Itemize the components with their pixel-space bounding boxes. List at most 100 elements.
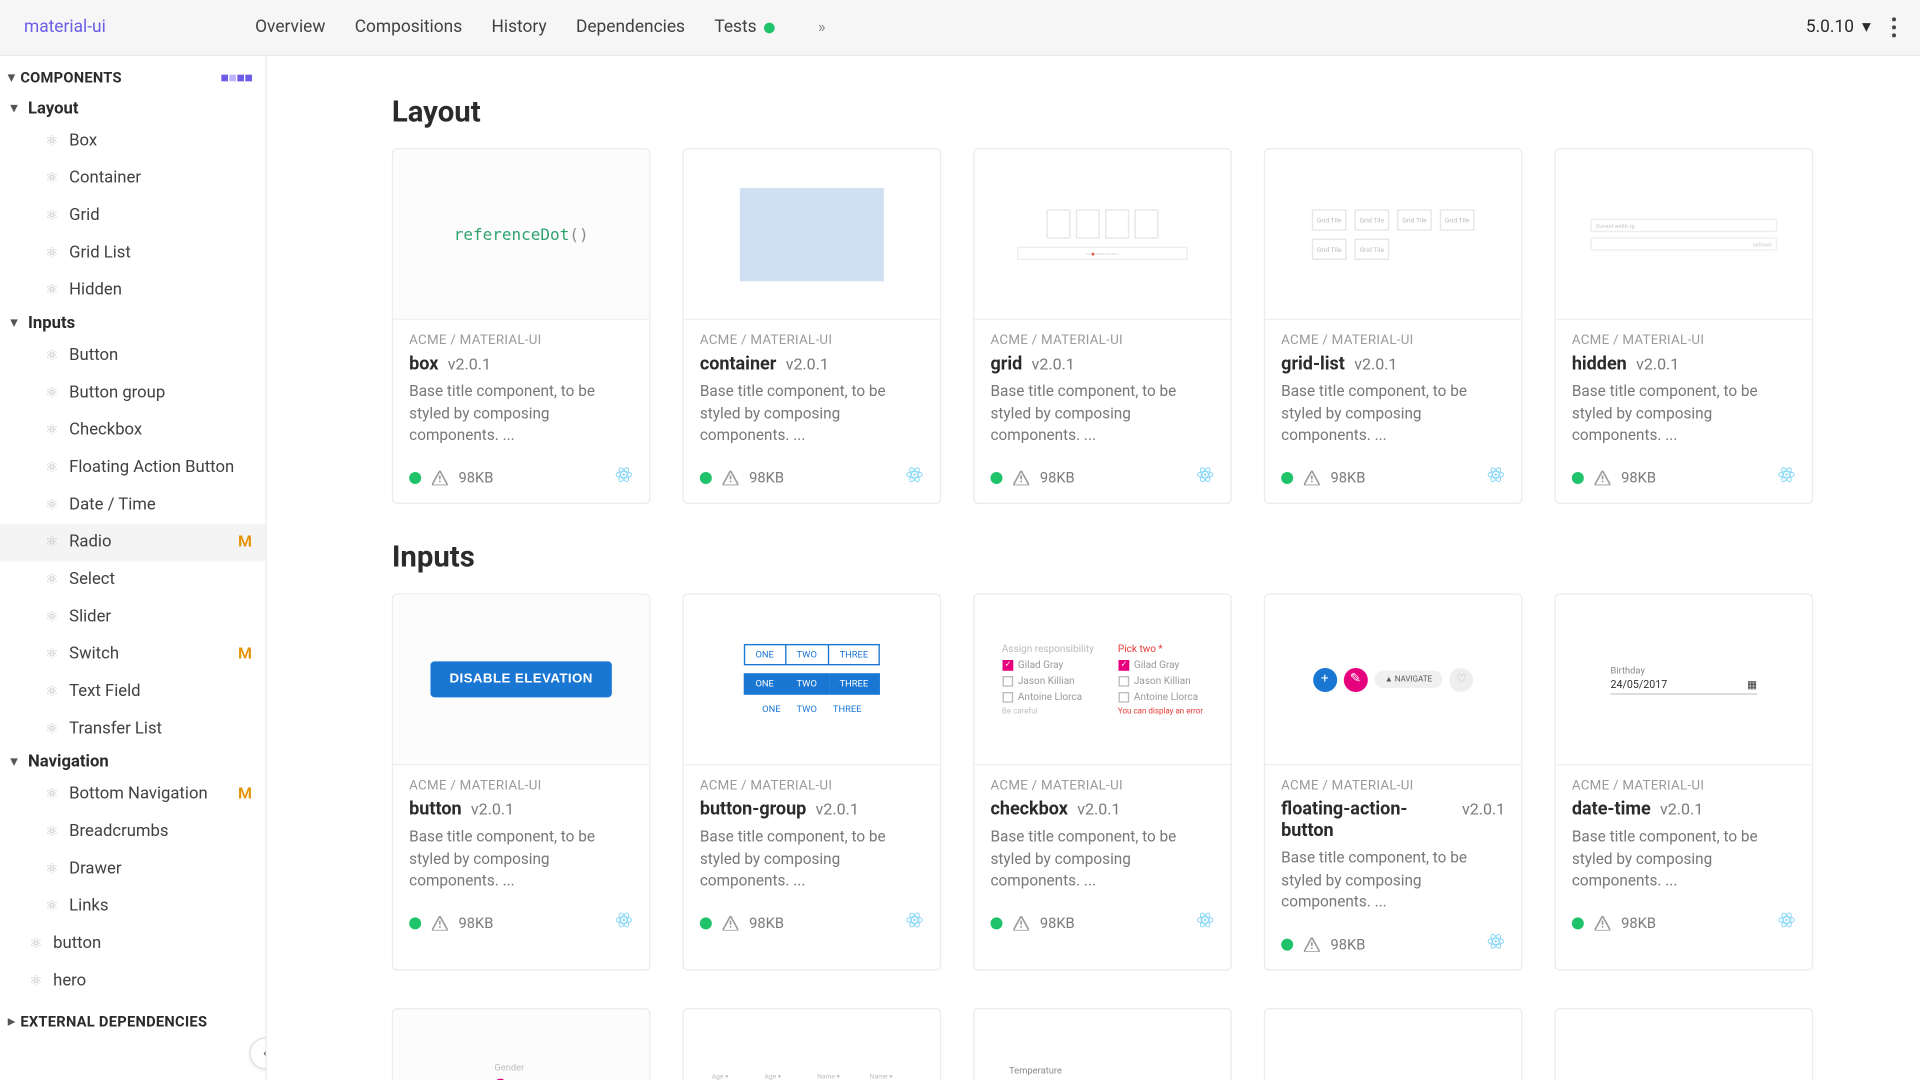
chevron-down-icon: ▾ bbox=[11, 101, 18, 116]
tab-history[interactable]: History bbox=[492, 17, 547, 37]
card-breadcrumb: ACME / MATERIAL-UI bbox=[700, 779, 924, 794]
component-icon: ⚛ bbox=[45, 820, 58, 843]
card-name: floating-action-button bbox=[1281, 799, 1453, 842]
status-dot-icon bbox=[1572, 471, 1584, 483]
sidebar-item[interactable]: ⚛SwitchM bbox=[0, 636, 265, 673]
sidebar-item[interactable]: ⚛hero bbox=[0, 963, 265, 1000]
card-footer: 98KB bbox=[684, 457, 940, 502]
sidebar-item[interactable]: ⚛Text Field bbox=[0, 673, 265, 710]
component-card[interactable]: +✎▲ NAVIGATE♡ ACME / MATERIAL-UI floating-… bbox=[1264, 593, 1523, 970]
card-breadcrumb: ACME / MATERIAL-UI bbox=[1281, 779, 1505, 794]
status-dot-icon bbox=[1281, 471, 1293, 483]
sidebar-item[interactable]: ⚛Select bbox=[0, 561, 265, 598]
card-description: Base title component, to be styled by co… bbox=[991, 380, 1215, 447]
react-icon bbox=[905, 911, 924, 930]
view-grid-icon[interactable] bbox=[221, 75, 252, 82]
component-card[interactable]: Assign responsibilityGilad GrayJason Kil… bbox=[973, 593, 1232, 970]
component-card[interactable]: ACME / MATERIAL-UIswitchv2.0.1Base title… bbox=[1264, 1008, 1523, 1080]
card-name: box bbox=[409, 353, 438, 374]
component-icon: ⚛ bbox=[29, 932, 42, 955]
top-tabs: Overview Compositions History Dependenci… bbox=[255, 17, 825, 37]
warning-icon bbox=[1013, 470, 1029, 485]
sidebar-section-components[interactable]: ▾ COMPONENTS bbox=[0, 61, 265, 94]
sidebar-section-external[interactable]: ▸ EXTERNAL DEPENDENCIES bbox=[0, 1005, 265, 1038]
card-preview: Age ▾Age ▾Name ▾Name ▾Name ▾Age ▾Placeho… bbox=[684, 1009, 940, 1080]
sidebar-item[interactable]: ⚛Floating Action Button bbox=[0, 449, 265, 486]
card-preview bbox=[684, 149, 940, 320]
sidebar-item[interactable]: ⚛Checkbox bbox=[0, 412, 265, 449]
brand-link[interactable]: material-ui bbox=[24, 17, 106, 37]
tab-tests[interactable]: Tests bbox=[714, 17, 775, 37]
component-card[interactable]: Birthday24/05/2017▦ACME / MATERIAL-UIdat… bbox=[1555, 593, 1814, 970]
component-card[interactable]: GenderFemaleMaleOtherACME / MATERIAL-UIr… bbox=[392, 1008, 651, 1080]
sidebar-item[interactable]: ⚛RadioM bbox=[0, 524, 265, 561]
collapse-sidebar-button[interactable]: ‹ bbox=[249, 1037, 266, 1069]
component-icon: ⚛ bbox=[45, 783, 58, 806]
component-card[interactable]: Grid TileGrid TileGrid TileGrid TileGrid… bbox=[1264, 148, 1523, 504]
tab-dependencies[interactable]: Dependencies bbox=[576, 17, 685, 37]
status-dot-icon bbox=[700, 917, 712, 929]
sidebar-item[interactable]: ⚛Button group bbox=[0, 375, 265, 412]
component-card[interactable]: ACME / MATERIAL-UIcontainerv2.0.1Base ti… bbox=[683, 148, 942, 504]
sidebar-item[interactable]: ⚛Transfer List bbox=[0, 711, 265, 748]
component-icon: ⚛ bbox=[45, 531, 58, 554]
sidebar-item[interactable]: ⚛Breadcrumbs bbox=[0, 813, 265, 850]
sidebar-item[interactable]: ⚛Button bbox=[0, 337, 265, 374]
card-version: v2.0.1 bbox=[1032, 355, 1075, 374]
card-breadcrumb: ACME / MATERIAL-UI bbox=[991, 779, 1215, 794]
sidebar-item[interactable]: ⚛Grid List bbox=[0, 235, 265, 272]
sidebar-group[interactable]: ▾Layout bbox=[0, 95, 265, 123]
tab-compositions[interactable]: Compositions bbox=[355, 17, 462, 37]
react-icon bbox=[1487, 932, 1506, 951]
component-card[interactable]: Age ▾Age ▾Name ▾Name ▾Name ▾Age ▾Placeho… bbox=[683, 1008, 942, 1080]
component-icon: ⚛ bbox=[29, 970, 42, 993]
component-icon: ⚛ bbox=[45, 382, 58, 405]
component-icon: ⚛ bbox=[45, 204, 58, 227]
component-card[interactable]: StandardFilledOutlinedACME / MATERIAL-UI… bbox=[1555, 1008, 1814, 1080]
card-description: Base title component, to be styled by co… bbox=[700, 825, 924, 892]
react-icon bbox=[1777, 465, 1796, 484]
card-preview: ONETWOTHREEONETWOTHREEONETWOTHREE bbox=[684, 595, 940, 766]
card-footer: 98KB bbox=[684, 903, 940, 948]
card-preview: +✎▲ NAVIGATE♡ bbox=[1265, 595, 1521, 766]
warning-icon bbox=[1304, 470, 1320, 485]
sidebar-group[interactable]: ▾Inputs bbox=[0, 309, 265, 337]
sidebar-item[interactable]: ⚛button bbox=[0, 925, 265, 962]
card-description: Base title component, to be styled by co… bbox=[1572, 825, 1796, 892]
component-card[interactable]: referenceDot()ACME / MATERIAL-UIboxv2.0.… bbox=[392, 148, 651, 504]
sidebar-item[interactable]: ⚛Date / Time bbox=[0, 487, 265, 524]
sidebar-group[interactable]: ▾Navigation bbox=[0, 748, 265, 776]
card-name: grid-list bbox=[1281, 353, 1345, 374]
component-card[interactable]: ONETWOTHREEONETWOTHREEONETWOTHREE ACME / … bbox=[683, 593, 942, 970]
overflow-menu-button[interactable] bbox=[1892, 17, 1896, 37]
sidebar-item[interactable]: ⚛Grid bbox=[0, 197, 265, 234]
status-dot-icon bbox=[991, 917, 1003, 929]
section-title: Layout bbox=[392, 96, 1867, 129]
more-tabs-icon[interactable]: » bbox=[818, 17, 826, 37]
card-description: Base title component, to be styled by co… bbox=[1572, 380, 1796, 447]
version-selector[interactable]: 5.0.10 ▾ bbox=[1806, 17, 1871, 37]
card-description: Base title component, to be styled by co… bbox=[1281, 847, 1505, 914]
tab-overview[interactable]: Overview bbox=[255, 17, 325, 37]
sidebar-item[interactable]: ⚛Hidden bbox=[0, 272, 265, 309]
card-description: Base title component, to be styled by co… bbox=[700, 380, 924, 447]
react-icon bbox=[1777, 911, 1796, 930]
card-name: date-time bbox=[1572, 799, 1651, 820]
component-card[interactable]: DISABLE ELEVATIONACME / MATERIAL-UIbutto… bbox=[392, 593, 651, 970]
component-card[interactable]: ◦◦●◦◦◦◦◦◦◦◦◦◦ACME / MATERIAL-UIgridv2.0.… bbox=[973, 148, 1232, 504]
react-icon bbox=[1196, 911, 1215, 930]
card-footer: 98KB bbox=[1265, 924, 1521, 969]
sidebar-item[interactable]: ⚛Slider bbox=[0, 599, 265, 636]
component-icon: ⚛ bbox=[45, 344, 58, 367]
sidebar-item[interactable]: ⚛Drawer bbox=[0, 851, 265, 888]
modified-badge: M bbox=[238, 782, 252, 808]
sidebar-item[interactable]: ⚛Container bbox=[0, 160, 265, 197]
sidebar-item[interactable]: ⚛Bottom NavigationM bbox=[0, 776, 265, 813]
component-card[interactable]: TemperatureDisabledACME / MATERIAL-UIsli… bbox=[973, 1008, 1232, 1080]
sidebar-item[interactable]: ⚛Links bbox=[0, 888, 265, 925]
component-icon: ⚛ bbox=[45, 858, 58, 881]
card-preview bbox=[1265, 1009, 1521, 1080]
sidebar-item[interactable]: ⚛Box bbox=[0, 123, 265, 160]
card-size: 98KB bbox=[749, 469, 784, 486]
component-card[interactable]: Current width: lgxsDownACME / MATERIAL-U… bbox=[1555, 148, 1814, 504]
